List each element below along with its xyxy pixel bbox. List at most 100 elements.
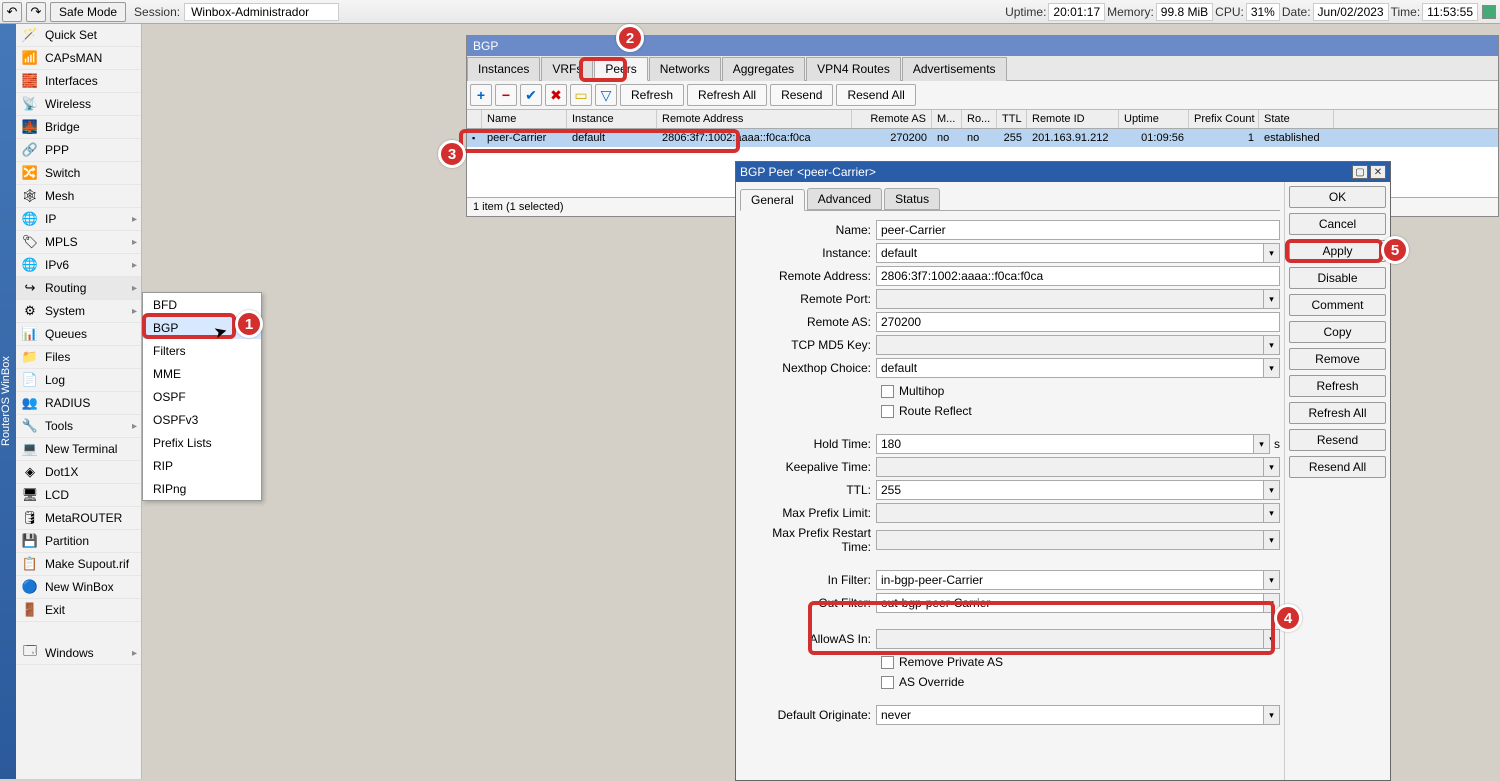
checkbox-remove-private-as[interactable] [881,656,894,669]
checkbox-as-override[interactable] [881,676,894,689]
col-multihop[interactable]: M... [932,110,962,128]
col-uptime[interactable]: Uptime [1119,110,1189,128]
refresh-button[interactable]: Refresh [620,84,684,106]
minimize-button[interactable]: ▢ [1352,165,1368,179]
col-ttl[interactable]: TTL [997,110,1027,128]
dropdown-icon[interactable]: ▾ [1264,335,1280,355]
apply-button[interactable]: Apply [1289,240,1386,262]
tab-peers[interactable]: Peers [594,57,647,81]
submenu-item-prefixlists[interactable]: Prefix Lists [143,431,261,454]
resend-button[interactable]: Resend [1289,429,1386,451]
comment-button[interactable]: ▭ [570,84,592,106]
enable-button[interactable]: ✔ [520,84,542,106]
copy-button[interactable]: Copy [1289,321,1386,343]
input-allowas[interactable] [876,629,1264,649]
tab-vpn4routes[interactable]: VPN4 Routes [806,57,901,81]
sidebar-item-dot1x[interactable]: ◈Dot1X [16,461,141,484]
ok-button[interactable]: OK [1289,186,1386,208]
close-button[interactable]: ✕ [1370,165,1386,179]
tab-instances[interactable]: Instances [467,57,540,81]
col-instance[interactable]: Instance [567,110,657,128]
table-row[interactable]: ▪ peer-Carrier default 2806:3f7:1002:aaa… [467,129,1498,147]
tab-networks[interactable]: Networks [649,57,721,81]
resend-all-button[interactable]: Resend All [1289,456,1386,478]
sidebar-item-partition[interactable]: 💾Partition [16,530,141,553]
safe-mode-button[interactable]: Safe Mode [50,2,126,22]
submenu-item-filters[interactable]: Filters [143,339,261,362]
add-button[interactable]: + [470,84,492,106]
col-name[interactable]: Name [482,110,567,128]
sidebar-item-ppp[interactable]: 🔗PPP [16,139,141,162]
input-hold-time[interactable]: 180 [876,434,1254,454]
tab-general[interactable]: General [740,189,805,211]
checkbox-route-reflect[interactable] [881,405,894,418]
sidebar-item-lcd[interactable]: 🖥LCD [16,484,141,507]
sidebar-item-wireless[interactable]: 📡Wireless [16,93,141,116]
dropdown-icon[interactable]: ▾ [1264,457,1280,477]
select-in-filter[interactable]: in-bgp-peer-Carrier [876,570,1264,590]
sidebar-item-mpls[interactable]: 🏷MPLS▸ [16,231,141,254]
sidebar-item-supout[interactable]: 📋Make Supout.rif [16,553,141,576]
input-keepalive[interactable] [876,457,1264,477]
input-remote-port[interactable] [876,289,1264,309]
remove-button[interactable]: − [495,84,517,106]
peer-window-title[interactable]: BGP Peer <peer-Carrier> ▢ ✕ [736,162,1390,182]
dropdown-icon[interactable]: ▾ [1254,434,1270,454]
input-tcp-md5[interactable] [876,335,1264,355]
sidebar-item-interfaces[interactable]: 🧱Interfaces [16,70,141,93]
cancel-button[interactable]: Cancel [1289,213,1386,235]
input-max-prefix-restart[interactable] [876,530,1264,550]
dropdown-icon[interactable]: ▾ [1264,705,1280,725]
sidebar-item-switch[interactable]: 🔀Switch [16,162,141,185]
resend-button[interactable]: Resend [770,84,833,106]
dropdown-icon[interactable]: ▾ [1264,358,1280,378]
sidebar-item-bridge[interactable]: 🌉Bridge [16,116,141,139]
col-state[interactable]: State [1259,110,1334,128]
dropdown-icon[interactable]: ▾ [1264,243,1280,263]
refresh-button[interactable]: Refresh [1289,375,1386,397]
dropdown-icon[interactable]: ▾ [1264,480,1280,500]
refresh-all-button[interactable]: Refresh All [1289,402,1386,424]
tab-vrfs[interactable]: VRFs [541,57,593,81]
col-remote-as[interactable]: Remote AS [852,110,932,128]
tab-aggregates[interactable]: Aggregates [722,57,805,81]
resend-all-button[interactable]: Resend All [836,84,915,106]
input-max-prefix[interactable] [876,503,1264,523]
dropdown-icon[interactable]: ▾ [1264,289,1280,309]
select-out-filter[interactable]: out-bgp-peer-Carrier [876,593,1264,613]
sidebar-item-exit[interactable]: 🚪Exit [16,599,141,622]
filter-button[interactable]: ▽ [595,84,617,106]
disable-button[interactable]: ✖ [545,84,567,106]
dropdown-icon[interactable]: ▾ [1264,530,1280,550]
sidebar-item-capsman[interactable]: 📶CAPsMAN [16,47,141,70]
redo-button[interactable]: ↷ [26,2,46,22]
submenu-item-ripng[interactable]: RIPng [143,477,261,500]
submenu-item-mme[interactable]: MME [143,362,261,385]
dropdown-icon[interactable]: ▾ [1264,570,1280,590]
dropdown-icon[interactable]: ▾ [1264,629,1280,649]
sidebar-item-mesh[interactable]: 🕸Mesh [16,185,141,208]
sidebar-item-files[interactable]: 📁Files [16,346,141,369]
sidebar-item-routing[interactable]: ↪Routing▸ [16,277,141,300]
select-default-originate[interactable]: never [876,705,1264,725]
sidebar-item-queues[interactable]: 📊Queues [16,323,141,346]
select-nexthop[interactable]: default [876,358,1264,378]
tab-advertisements[interactable]: Advertisements [902,57,1007,81]
sidebar-item-log[interactable]: 📄Log [16,369,141,392]
input-ttl[interactable]: 255 [876,480,1264,500]
undo-button[interactable]: ↶ [2,2,22,22]
checkbox-multihop[interactable] [881,385,894,398]
comment-button[interactable]: Comment [1289,294,1386,316]
sidebar-item-ipv6[interactable]: 🌐IPv6▸ [16,254,141,277]
dropdown-icon[interactable]: ▾ [1264,503,1280,523]
tab-advanced[interactable]: Advanced [807,188,882,210]
refresh-all-button[interactable]: Refresh All [687,84,767,106]
sidebar-item-metarouter[interactable]: 🛢MetaROUTER [16,507,141,530]
sidebar-item-quickset[interactable]: 🪄Quick Set [16,24,141,47]
disable-button[interactable]: Disable [1289,267,1386,289]
sidebar-item-tools[interactable]: 🔧Tools▸ [16,415,141,438]
tab-status[interactable]: Status [884,188,940,210]
input-remote-address[interactable]: 2806:3f7:1002:aaaa::f0ca:f0ca [876,266,1280,286]
select-instance[interactable]: default [876,243,1264,263]
sidebar-item-windows[interactable]: 🗔Windows▸ [16,642,141,665]
